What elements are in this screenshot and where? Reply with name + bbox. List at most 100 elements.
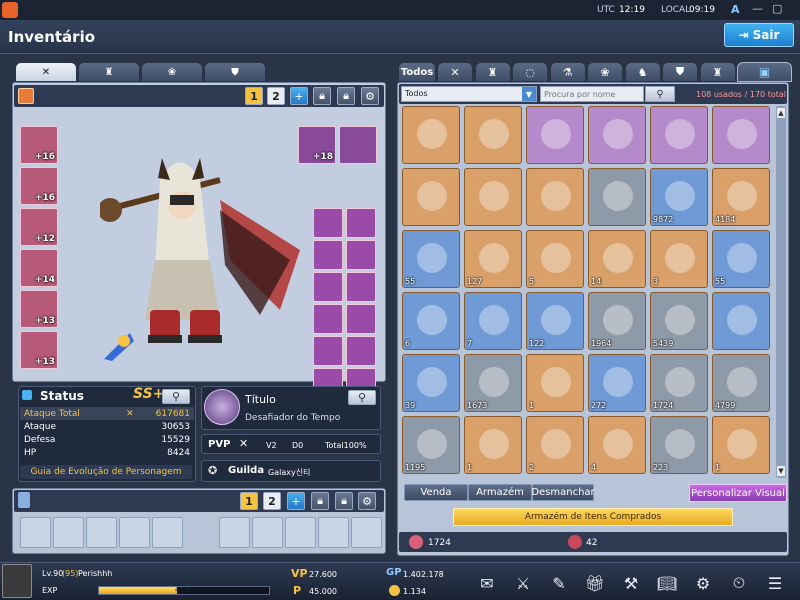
quickslot[interactable] xyxy=(86,517,117,548)
inventory-item[interactable] xyxy=(402,106,460,164)
inventory-tab-5[interactable]: ❀ xyxy=(587,62,623,82)
hammer-icon[interactable]: ⚒ xyxy=(616,568,646,598)
inventory-item[interactable]: 4 xyxy=(588,416,646,474)
menu-icon[interactable]: ☰ xyxy=(760,568,790,598)
equip-slot-right[interactable] xyxy=(313,304,343,334)
exit-button[interactable]: ⇥ Sair xyxy=(724,23,794,47)
evolution-guide-button[interactable]: Guia de Evolução de Personagem xyxy=(20,465,192,479)
inventory-tab-6[interactable]: ♞ xyxy=(624,62,661,82)
equip-slot-left[interactable]: +16 xyxy=(20,167,58,205)
inventory-item[interactable] xyxy=(526,168,584,226)
inventory-item[interactable]: 127 xyxy=(464,230,522,288)
inventory-tab-2[interactable]: ♜ xyxy=(474,62,511,82)
quickslot[interactable] xyxy=(53,517,84,548)
quickslot[interactable] xyxy=(152,517,183,548)
inventory-item[interactable]: 223 xyxy=(650,416,708,474)
sell-button[interactable]: Venda xyxy=(404,484,468,501)
equip-page-1[interactable]: 1 xyxy=(245,87,263,105)
quickslot[interactable] xyxy=(252,517,283,548)
quickslot[interactable] xyxy=(219,517,250,548)
quickslot[interactable] xyxy=(119,517,150,548)
inventory-item[interactable] xyxy=(402,168,460,226)
equip-tab-sword[interactable]: ✕ xyxy=(15,62,77,82)
scroll-up-icon[interactable]: ▲ xyxy=(777,108,785,118)
dismantle-button[interactable]: Desmanchar xyxy=(531,484,595,501)
avatar[interactable] xyxy=(2,564,32,598)
equip-slot-right[interactable] xyxy=(313,208,343,238)
equip-slot-right[interactable] xyxy=(346,304,376,334)
inventory-item[interactable]: 2 xyxy=(526,416,584,474)
status-detail-button[interactable]: ⚲ xyxy=(162,389,190,404)
inventory-item[interactable]: 55 xyxy=(712,230,770,288)
inventory-scrollbar[interactable] xyxy=(776,106,786,478)
equip-slot-right[interactable] xyxy=(346,208,376,238)
quickslot[interactable] xyxy=(318,517,349,548)
equip-slot-left[interactable]: +16 xyxy=(20,126,58,164)
bought-items-storage-button[interactable]: Armazém de Itens Comprados xyxy=(453,508,733,526)
inventory-item[interactable]: 39 xyxy=(402,354,460,412)
inventory-item[interactable]: 7 xyxy=(464,292,522,350)
quest-icon[interactable]: ✎ xyxy=(544,568,574,598)
skill-icon[interactable]: ⚙ xyxy=(688,568,718,598)
minimize-icon[interactable]: — xyxy=(752,2,763,15)
equip-slot-left[interactable]: +13 xyxy=(20,331,58,369)
quickslot[interactable] xyxy=(351,517,382,548)
lock-button-2[interactable]: 🔒︎ xyxy=(337,87,355,105)
mail-icon[interactable]: ✉ xyxy=(472,568,502,598)
equip-page-2[interactable]: 2 xyxy=(267,87,285,105)
equip-slot-right[interactable] xyxy=(313,336,343,366)
equip-slot-left[interactable]: +12 xyxy=(20,208,58,246)
quickslot[interactable] xyxy=(20,517,51,548)
equip-slot-right[interactable] xyxy=(313,240,343,270)
inventory-item[interactable] xyxy=(588,168,646,226)
inventory-item[interactable]: 1964 xyxy=(588,292,646,350)
inventory-item[interactable] xyxy=(464,106,522,164)
equip-tab-pet[interactable]: ❀ xyxy=(141,62,203,82)
font-size-button[interactable]: A xyxy=(731,3,740,16)
search-button[interactable]: ⚲ xyxy=(645,86,675,102)
inventory-item[interactable]: 1195 xyxy=(402,416,460,474)
inventory-item[interactable]: 272 xyxy=(588,354,646,412)
equip-tab-shield[interactable]: ⛊ xyxy=(204,62,266,82)
inventory-tab-0[interactable]: Todos xyxy=(398,62,436,82)
gift-icon[interactable]: 🎁︎ xyxy=(580,568,610,598)
quickslot-page-1[interactable]: 1 xyxy=(240,492,258,510)
inventory-item[interactable]: 9872 xyxy=(650,168,708,226)
inventory-item[interactable] xyxy=(464,168,522,226)
quickslot-settings[interactable]: ⚙ xyxy=(358,492,376,510)
inventory-tab-8[interactable]: ♜ xyxy=(699,62,736,82)
inventory-item[interactable]: 5439 xyxy=(650,292,708,350)
quickslot[interactable] xyxy=(285,517,316,548)
maximize-icon[interactable]: ▢ xyxy=(772,2,782,15)
equip-slot-right[interactable] xyxy=(313,272,343,302)
inventory-item[interactable]: 5 xyxy=(526,230,584,288)
storage-tab[interactable]: ▣ xyxy=(737,62,792,82)
scroll-down-icon[interactable]: ▼ xyxy=(777,466,785,476)
inventory-item[interactable]: 1 xyxy=(526,354,584,412)
customize-visual-button[interactable]: Personalizar Visual xyxy=(689,484,787,502)
inventory-item[interactable]: 14 xyxy=(588,230,646,288)
inventory-item[interactable] xyxy=(526,106,584,164)
inventory-item[interactable]: 6 xyxy=(402,292,460,350)
inventory-tab-7[interactable]: ⛊ xyxy=(662,62,698,82)
settings-button[interactable]: ⚙ xyxy=(361,87,379,105)
add-page-button[interactable]: + xyxy=(290,87,308,105)
inventory-tab-4[interactable]: ⚗ xyxy=(549,62,586,82)
equip-slot-right[interactable] xyxy=(346,272,376,302)
inventory-item[interactable] xyxy=(712,106,770,164)
inventory-item[interactable]: 1 xyxy=(712,416,770,474)
equip-tab-armor[interactable]: ♜ xyxy=(78,62,140,82)
equip-slot-right[interactable] xyxy=(346,336,376,366)
inventory-item[interactable]: 4799 xyxy=(712,354,770,412)
inventory-item[interactable]: 122 xyxy=(526,292,584,350)
inventory-tab-3[interactable]: ◌ xyxy=(512,62,548,82)
title-search-button[interactable]: ⚲ xyxy=(348,390,376,405)
swords-icon[interactable]: ⚔ xyxy=(508,568,538,598)
chevron-down-icon[interactable]: ▼ xyxy=(522,87,536,101)
inventory-item[interactable]: 1724 xyxy=(650,354,708,412)
quickslot-lock-2[interactable]: 🔒︎ xyxy=(335,492,353,510)
storage-button[interactable]: Armazém xyxy=(468,484,532,501)
equip-slot-left[interactable]: +14 xyxy=(20,249,58,287)
inventory-item[interactable]: 3 xyxy=(650,230,708,288)
quickslot-add-button[interactable]: + xyxy=(287,492,305,510)
